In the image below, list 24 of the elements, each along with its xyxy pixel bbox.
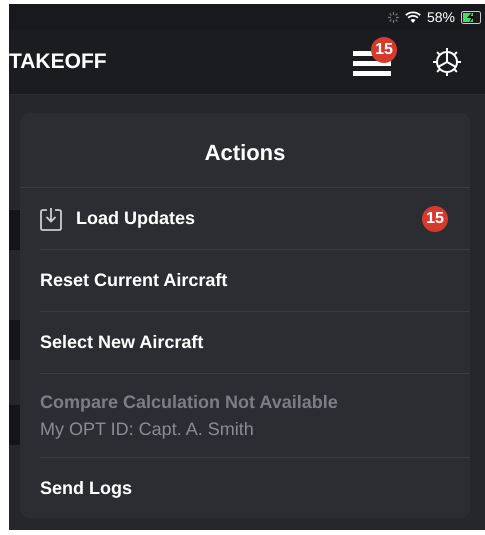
- settings-button[interactable]: [431, 46, 463, 78]
- background-row: [9, 210, 21, 250]
- popover-title: Actions: [20, 113, 470, 188]
- menu-button[interactable]: 15: [353, 37, 399, 77]
- menu-item[interactable]: Send Logs: [40, 458, 470, 518]
- download-icon: [40, 206, 62, 230]
- count-badge: 15: [371, 37, 397, 63]
- item-subtitle: My OPT ID: Capt. A. Smith: [40, 418, 255, 440]
- settings-icon: [431, 46, 463, 78]
- item-label: Load Updates: [76, 208, 196, 229]
- item-label: Select New Aircraft: [40, 332, 204, 353]
- screen-title: TAKEOFF: [9, 50, 108, 74]
- menu-item[interactable]: Select New Aircraft: [40, 312, 470, 374]
- item-label: Reset Current Aircraft: [40, 270, 228, 291]
- item-label: Send Logs: [40, 478, 134, 499]
- background-row: [9, 405, 21, 445]
- item-label: Compare Calculation Not Available: [40, 392, 339, 412]
- menu-item[interactable]: Load Updates 15: [40, 188, 470, 250]
- count-badge: 15: [422, 206, 448, 232]
- background-row: [9, 320, 21, 360]
- battery-percent: 58%: [426, 9, 455, 25]
- menu-item[interactable]: Reset Current Aircraft: [40, 250, 470, 312]
- activity-icon: [388, 12, 399, 22]
- wifi-icon: [404, 11, 421, 23]
